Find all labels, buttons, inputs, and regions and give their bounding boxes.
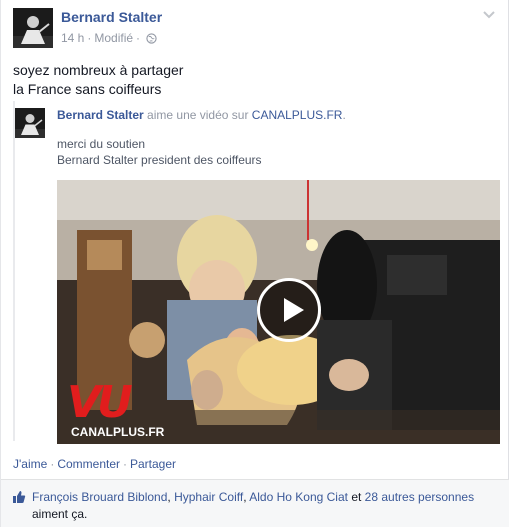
- liker-link[interactable]: François Brouard Biblond: [32, 490, 167, 504]
- comment-button[interactable]: Commenter: [57, 457, 120, 471]
- shared-story: Bernard Stalter aime une vidéo sur CANAL…: [13, 101, 500, 444]
- meta-separator: ·: [87, 31, 92, 45]
- vu-logo: VU: [67, 377, 133, 428]
- video-watermark: CANALPLUS.FR: [71, 425, 165, 439]
- play-icon[interactable]: [257, 278, 321, 342]
- likes-summary: François Brouard Biblond, Hyphair Coiff,…: [1, 479, 509, 527]
- and-text: et: [351, 490, 362, 504]
- action-separator: ·: [50, 457, 55, 471]
- action-separator: ·: [123, 457, 127, 471]
- shared-site-link[interactable]: CANALPLUS.FR: [252, 108, 343, 122]
- liker-link[interactable]: Aldo Ho Kong Ciat: [249, 490, 348, 504]
- meta-separator: ·: [136, 31, 141, 45]
- post-message: soyez nombreux à partager la France sans…: [13, 61, 183, 99]
- message-line: la France sans coiffeurs: [13, 81, 162, 97]
- video-player[interactable]: VU CANALPLUS.FR: [57, 180, 500, 444]
- like-button[interactable]: J'aime: [13, 457, 47, 471]
- liker-link[interactable]: Hyphair Coiff: [174, 490, 243, 504]
- post-meta: 14 h · Modifié ·: [61, 31, 157, 45]
- edited-label[interactable]: Modifié: [94, 31, 133, 45]
- period: .: [342, 108, 346, 122]
- feed-post: Bernard Stalter 14 h · Modifié · soyez n…: [0, 0, 509, 527]
- shared-comment-line: Bernard Stalter president des coiffeurs: [57, 153, 262, 167]
- globe-icon[interactable]: [146, 32, 157, 44]
- shared-comment: merci du soutien Bernard Stalter preside…: [57, 136, 262, 168]
- message-line: soyez nombreux à partager: [13, 62, 184, 78]
- author-avatar[interactable]: [13, 8, 53, 48]
- shared-action-text: aime une vidéo sur: [147, 108, 249, 122]
- likes-text: François Brouard Biblond, Hyphair Coiff,…: [32, 489, 492, 523]
- share-button[interactable]: Partager: [130, 457, 176, 471]
- author-name-link[interactable]: Bernard Stalter: [61, 9, 162, 25]
- shared-author-avatar[interactable]: [15, 108, 45, 138]
- others-link[interactable]: 28 autres personnes: [365, 490, 474, 504]
- like-thumb-icon: [13, 491, 26, 503]
- chevron-down-icon[interactable]: [482, 10, 496, 20]
- shared-author-link[interactable]: Bernard Stalter: [57, 108, 144, 122]
- shared-story-header: Bernard Stalter aime une vidéo sur CANAL…: [57, 108, 346, 122]
- post-actions: J'aime · Commenter · Partager: [13, 457, 176, 471]
- likes-suffix: aiment ça.: [32, 507, 88, 521]
- post-timestamp[interactable]: 14 h: [61, 31, 84, 45]
- shared-comment-line: merci du soutien: [57, 137, 146, 151]
